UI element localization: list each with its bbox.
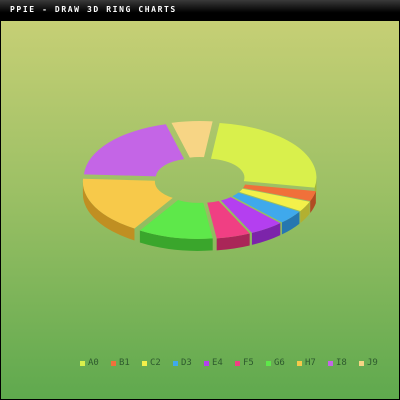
legend-swatch [359,360,364,366]
legend-swatch [266,360,271,366]
ring-chart [82,121,317,251]
legend-label: I8 [336,358,347,368]
legend-item: C2 [142,357,173,369]
legend-item: G6 [266,357,297,369]
legend-label: D3 [181,358,192,368]
legend-item: E4 [204,357,235,369]
legend-swatch [142,360,147,366]
legend-item: J9 [359,357,390,369]
legend-label: C2 [150,358,161,368]
legend-item: A0 [80,357,111,369]
legend-item: I8 [328,357,359,369]
legend-item: F5 [235,357,266,369]
legend-item: B1 [111,357,142,369]
legend-swatch [80,360,85,366]
legend-label: F5 [243,358,254,368]
legend-swatch [111,360,116,366]
legend-label: H7 [305,358,316,368]
legend-swatch [297,360,302,366]
chart-window: PPIE - DRAW 3D RING CHARTS A0 B1 C2 D3 E4 F5 G… [0,0,400,400]
legend-label: J9 [367,358,378,368]
slice-I8 [83,124,185,177]
legend-label: B1 [119,358,130,368]
legend-label: E4 [212,358,223,368]
legend-label: G6 [274,358,285,368]
slice-top-I8 [83,124,185,177]
legend-item: D3 [173,357,204,369]
slice-top-A0 [210,123,317,188]
legend-swatch [173,360,178,366]
legend-item: H7 [297,357,328,369]
legend-swatch [204,360,209,366]
legend-label: A0 [88,358,99,368]
legend-swatch [328,360,333,366]
legend-swatch [235,360,240,366]
legend: A0 B1 C2 D3 E4 F5 G6 H7 I8 J9 [80,357,390,369]
